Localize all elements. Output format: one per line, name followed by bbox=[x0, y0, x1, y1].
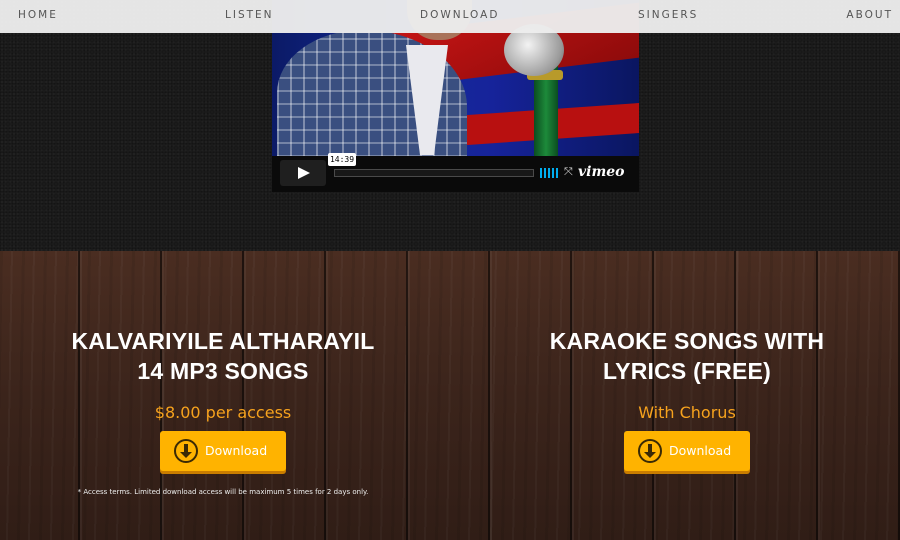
nav-listen[interactable]: LISTEN bbox=[225, 9, 274, 21]
download-section: KALVARIYILE ALTHARAYIL 14 MP3 SONGS $8.0… bbox=[0, 251, 900, 540]
vimeo-logo[interactable]: vimeo bbox=[578, 164, 625, 180]
product-title: KARAOKE SONGS WITH LYRICS (FREE) bbox=[549, 328, 825, 384]
product-card-karaoke: KARAOKE SONGS WITH LYRICS (FREE) With Ch… bbox=[522, 326, 852, 476]
play-icon[interactable] bbox=[280, 160, 326, 186]
download-button-label: Download bbox=[669, 443, 732, 458]
download-button-mp3[interactable]: Download bbox=[160, 431, 286, 471]
video-section: 14:39 ⤧ vimeo bbox=[0, 0, 900, 251]
product-price: $8.00 per access bbox=[154, 403, 292, 422]
download-icon bbox=[174, 439, 198, 463]
access-terms-note: * Access terms. Limited download access … bbox=[77, 488, 369, 496]
nav-about[interactable]: ABOUT bbox=[846, 9, 893, 21]
video-progress-bar[interactable] bbox=[334, 169, 534, 177]
nav-home[interactable]: HOME bbox=[18, 9, 58, 21]
download-button-label: Download bbox=[205, 443, 268, 458]
nav-singers[interactable]: SINGERS bbox=[638, 9, 698, 21]
download-button-karaoke[interactable]: Download bbox=[624, 431, 750, 471]
volume-icon[interactable] bbox=[540, 168, 558, 178]
product-card-mp3: KALVARIYILE ALTHARAYIL 14 MP3 SONGS $8.0… bbox=[58, 326, 388, 496]
top-nav: HOME LISTEN DOWNLOAD SINGERS ABOUT bbox=[0, 0, 900, 33]
nav-download[interactable]: DOWNLOAD bbox=[420, 9, 499, 21]
fullscreen-icon[interactable]: ⤧ bbox=[564, 166, 573, 179]
video-controls: 14:39 ⤧ vimeo bbox=[272, 153, 639, 192]
video-timestamp: 14:39 bbox=[328, 153, 356, 166]
product-title: KALVARIYILE ALTHARAYIL 14 MP3 SONGS bbox=[71, 328, 375, 384]
download-icon bbox=[638, 439, 662, 463]
product-subtitle: With Chorus bbox=[638, 403, 736, 422]
